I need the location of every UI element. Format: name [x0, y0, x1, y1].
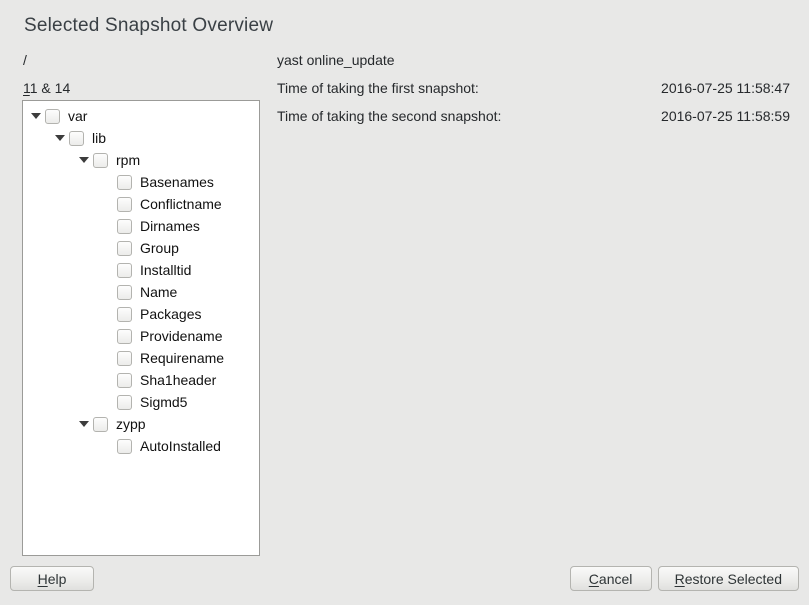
tree-item-label: var	[68, 108, 87, 124]
second-snapshot-time-label: Time of taking the second snapshot:	[277, 108, 501, 124]
tree-checkbox[interactable]	[117, 395, 132, 410]
tree-item-label: Sha1header	[140, 372, 216, 388]
help-button-rest: elp	[48, 571, 67, 587]
tree-row[interactable]: rpm	[23, 149, 259, 171]
restore-button-mnemonic: R	[675, 571, 685, 587]
tree-item-label: Requirename	[140, 350, 224, 366]
first-snapshot-time-row: Time of taking the first snapshot: 2016-…	[277, 80, 790, 96]
first-snapshot-time-label: Time of taking the first snapshot:	[277, 80, 479, 96]
tree-checkbox[interactable]	[93, 417, 108, 432]
tree-item-label: Dirnames	[140, 218, 200, 234]
tree-item-label: Name	[140, 284, 177, 300]
tree-row[interactable]: var	[23, 105, 259, 127]
tree-checkbox[interactable]	[117, 439, 132, 454]
tree-checkbox[interactable]	[117, 219, 132, 234]
expander-down-icon[interactable]	[75, 157, 93, 163]
cancel-button[interactable]: Cancel	[570, 566, 652, 591]
tree-row[interactable]: Requirename	[23, 347, 259, 369]
help-button-mnemonic: H	[38, 571, 48, 587]
tree-item-label: Providename	[140, 328, 223, 344]
page-title: Selected Snapshot Overview	[24, 15, 273, 37]
tree-item-label: Installtid	[140, 262, 191, 278]
snapshot-pair-rest: 1 & 14	[30, 80, 70, 96]
tree-row[interactable]: Sha1header	[23, 369, 259, 391]
tree-item-label: Sigmd5	[140, 394, 187, 410]
tree-checkbox[interactable]	[69, 131, 84, 146]
snapshot-config-label: /	[23, 52, 27, 68]
second-snapshot-time-value: 2016-07-25 11:58:59	[661, 108, 790, 124]
cancel-button-mnemonic: C	[589, 571, 599, 587]
tree-checkbox[interactable]	[45, 109, 60, 124]
tree-checkbox[interactable]	[117, 241, 132, 256]
tree-checkbox[interactable]	[117, 263, 132, 278]
help-button[interactable]: Help	[10, 566, 94, 591]
tree-item-label: zypp	[116, 416, 146, 432]
tree-row[interactable]: Name	[23, 281, 259, 303]
triangle-down-icon	[79, 157, 89, 163]
tree-item-label: AutoInstalled	[140, 438, 221, 454]
tree-item-label: Packages	[140, 306, 201, 322]
tree-row[interactable]: Group	[23, 237, 259, 259]
tree-row[interactable]: AutoInstalled	[23, 435, 259, 457]
tree-row[interactable]: Providename	[23, 325, 259, 347]
expander-down-icon[interactable]	[75, 421, 93, 427]
tree-checkbox[interactable]	[93, 153, 108, 168]
tree-row[interactable]: Conflictname	[23, 193, 259, 215]
tree-checkbox[interactable]	[117, 373, 132, 388]
triangle-down-icon	[55, 135, 65, 141]
tree-item-label: rpm	[116, 152, 140, 168]
dialog-action-buttons: Cancel Restore Selected	[570, 566, 799, 591]
tree-checkbox[interactable]	[117, 197, 132, 212]
expander-down-icon[interactable]	[51, 135, 69, 141]
tree-checkbox[interactable]	[117, 329, 132, 344]
triangle-down-icon	[79, 421, 89, 427]
tree-checkbox[interactable]	[117, 175, 132, 190]
tree-item-label: Group	[140, 240, 179, 256]
tree-row[interactable]: lib	[23, 127, 259, 149]
tree-item-label: Basenames	[140, 174, 214, 190]
cancel-button-rest: ancel	[599, 571, 632, 587]
tree-checkbox[interactable]	[117, 351, 132, 366]
tree-row[interactable]: Dirnames	[23, 215, 259, 237]
restore-button-rest: estore Selected	[685, 571, 782, 587]
tree-row[interactable]: Packages	[23, 303, 259, 325]
second-snapshot-time-row: Time of taking the second snapshot: 2016…	[277, 108, 790, 124]
snapshot-pair-mnemonic: 1	[23, 80, 30, 96]
snapshot-pair-selector[interactable]: 11 & 14	[23, 80, 70, 96]
tree-checkbox[interactable]	[117, 307, 132, 322]
tree-row[interactable]: Sigmd5	[23, 391, 259, 413]
tree-checkbox[interactable]	[117, 285, 132, 300]
tree-item-label: lib	[92, 130, 106, 146]
expander-down-icon[interactable]	[27, 113, 45, 119]
tree-row[interactable]: zypp	[23, 413, 259, 435]
snapshot-file-tree[interactable]: varlibrpmBasenames Conflictname Dirnames Gr…	[22, 100, 260, 556]
tree-row[interactable]: Installtid	[23, 259, 259, 281]
tree-row[interactable]: Basenames	[23, 171, 259, 193]
tree-item-label: Conflictname	[140, 196, 222, 212]
snapshot-description: yast online_update	[277, 52, 395, 68]
first-snapshot-time-value: 2016-07-25 11:58:47	[661, 80, 790, 96]
restore-selected-button[interactable]: Restore Selected	[658, 566, 799, 591]
snapshot-overview-dialog: { "title": "Selected Snapshot Overview",…	[0, 0, 809, 605]
triangle-down-icon	[31, 113, 41, 119]
